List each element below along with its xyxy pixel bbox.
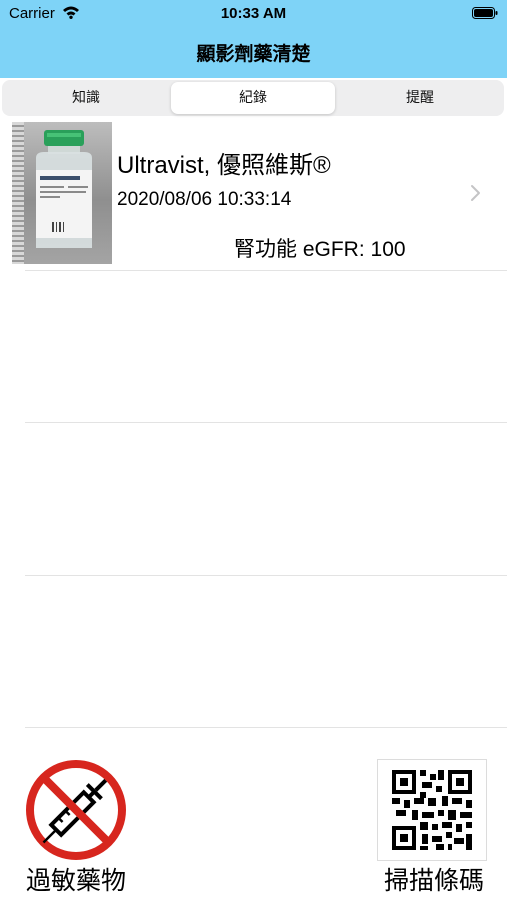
row-separator <box>25 727 507 728</box>
egfr-value: 腎功能 eGFR: 100 <box>234 238 406 261</box>
drug-name: Ultravist, 優照維斯® <box>117 152 331 179</box>
segmented-control: 知識 紀錄 提醒 <box>2 80 504 116</box>
row-separator <box>25 422 507 423</box>
tab-reminders[interactable]: 提醒 <box>338 82 502 114</box>
row-separator <box>25 270 507 271</box>
battery-icon <box>472 7 498 19</box>
ruler-decoration <box>12 122 24 264</box>
tab-records[interactable]: 紀錄 <box>171 82 335 114</box>
allergy-drugs-button[interactable]: 過敏藥物 <box>16 758 136 895</box>
no-syringe-icon <box>26 760 126 860</box>
status-time: 10:33 AM <box>220 5 287 22</box>
qr-code-icon <box>378 760 486 860</box>
status-bar: Carrier 10:33 AM <box>0 0 507 28</box>
scan-barcode-button[interactable]: 掃描條碼 <box>371 758 497 895</box>
header: Carrier 10:33 AM 顯影劑藥清楚 <box>0 0 507 78</box>
tab-knowledge[interactable]: 知識 <box>4 82 168 114</box>
scan-barcode-label: 掃描條碼 <box>383 866 484 895</box>
bottle-image <box>36 130 92 248</box>
drug-photo <box>12 122 112 264</box>
chevron-right-icon <box>471 185 480 201</box>
record-row[interactable]: Ultravist, 優照維斯® 2020/08/06 10:33:14 腎功能… <box>0 120 507 270</box>
allergy-drugs-label: 過敏藥物 <box>25 866 126 895</box>
page-title: 顯影劑藥清楚 <box>196 43 311 65</box>
row-separator <box>25 575 507 576</box>
record-datetime: 2020/08/06 10:33:14 <box>117 189 292 210</box>
